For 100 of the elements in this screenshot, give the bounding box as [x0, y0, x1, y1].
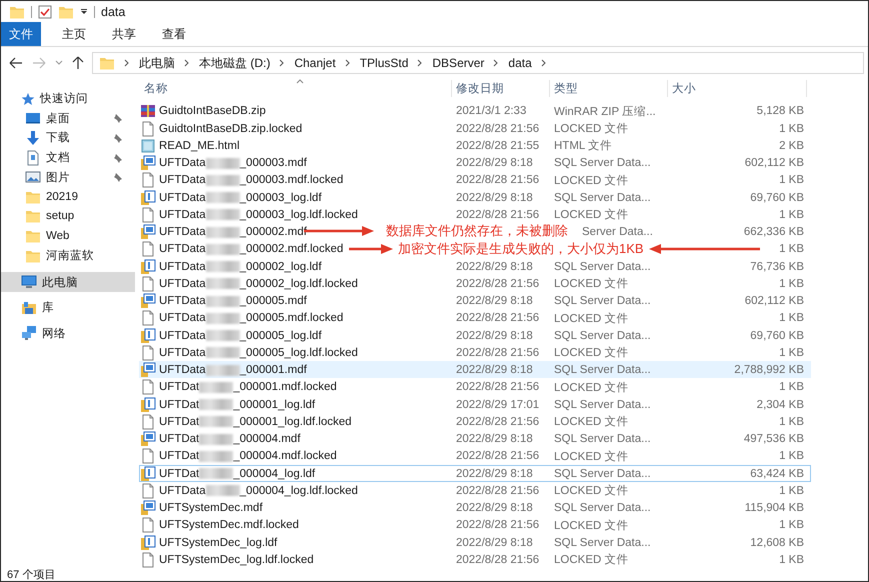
- file-name: _000005.mdf.locked: [240, 312, 344, 324]
- nav-item[interactable]: Web: [1, 226, 135, 246]
- log-file-icon: [140, 396, 156, 412]
- blank-file-icon: [140, 241, 156, 258]
- pin-icon: [113, 172, 123, 182]
- chevron-right-icon: [417, 59, 424, 67]
- ribbon-tab[interactable]: 共享: [99, 22, 149, 46]
- file-name: UFTData: [159, 192, 206, 204]
- redaction-blur: [206, 192, 240, 203]
- blank-file-icon: [140, 414, 156, 430]
- breadcrumb-item[interactable]: TPlusStd: [360, 56, 408, 70]
- file-name: UFTData: [159, 484, 206, 497]
- size-cell: 1 KB: [779, 346, 804, 359]
- ribbon-tab[interactable]: 查看: [149, 22, 199, 46]
- annotation-text: 数据库文件仍然存在，未被删除: [386, 223, 568, 239]
- database-file-icon: [140, 293, 156, 309]
- blank-file-icon: [140, 517, 156, 534]
- nav-item[interactable]: 库: [1, 298, 135, 318]
- nav-item[interactable]: 河南蓝软: [1, 246, 135, 266]
- breadcrumb-item[interactable]: 此电脑: [139, 54, 175, 72]
- database-file-icon: [140, 362, 156, 378]
- nav-item[interactable]: setup: [1, 206, 135, 226]
- type-cell: SQL Server Data...: [554, 192, 651, 204]
- breadcrumb-item[interactable]: 本地磁盘 (D:): [199, 54, 270, 72]
- file-name: UFTData: [159, 260, 206, 272]
- chevron-right-icon: [279, 59, 286, 67]
- file-name: _000003_log.ldf.locked: [240, 208, 358, 221]
- type-cell: Server Data...: [582, 226, 653, 238]
- date-cell-text: 2022/8/29 8:18: [455, 433, 534, 445]
- size-cell: 1 KB: [779, 122, 804, 134]
- desktop-icon: [25, 110, 41, 126]
- database-file-icon: [140, 224, 156, 240]
- breadcrumb-item[interactable]: data: [508, 56, 532, 70]
- network-icon: [21, 325, 37, 342]
- size-cell: 2,304 KB: [756, 398, 804, 410]
- dropdown-icon: [80, 8, 88, 16]
- nav-item[interactable]: 20219: [1, 186, 135, 207]
- column-header[interactable]: 修改日期: [452, 80, 550, 98]
- nav-item[interactable]: 此电脑: [1, 272, 135, 292]
- date-cell-text: 2022/8/28 21:56: [455, 381, 540, 394]
- archive-icon: [140, 103, 156, 120]
- redaction-blur: [206, 158, 240, 168]
- date-cell-text: 2022/8/28 21:56: [455, 416, 540, 428]
- type-cell: SQL Server Data...: [554, 536, 651, 548]
- file-name: _000005.mdf: [240, 295, 307, 307]
- file-name: _000001.mdf.locked: [233, 381, 337, 394]
- download-arrow-icon: [25, 130, 41, 146]
- row-highlight[interactable]: UFTDat _000004_log.ldf 2022/8/29 8:18 SQL Server Data... 63,424 KB: [139, 464, 811, 482]
- file-name: _000001.mdf: [240, 364, 307, 376]
- blank-file-icon: [140, 120, 156, 136]
- file-name: UFTData: [159, 243, 206, 256]
- file-name: _000002_log.ldf: [240, 260, 322, 272]
- breadcrumb-item[interactable]: Chanjet: [294, 56, 336, 70]
- nav-item[interactable]: 桌面: [1, 108, 135, 128]
- date-cell-text: 2022/8/28 21:56: [455, 174, 540, 186]
- type-cell: LOCKED 文件: [554, 174, 628, 187]
- row-highlight[interactable]: UFTData _000001.mdf 2022/8/29 8:18 SQL Server Data... 2,788,992 KB: [139, 361, 811, 378]
- date-cell-text: 2022/8/29 17:01: [455, 398, 540, 410]
- file-name: READ_ME.html: [159, 140, 240, 152]
- folder-icon: [25, 208, 41, 224]
- pin-icon: [113, 132, 123, 143]
- column-header[interactable]: 大小: [668, 80, 807, 98]
- blank-file-icon: [140, 379, 156, 396]
- file-name: UFTData: [159, 278, 206, 290]
- date-cell-text: 2021/3/1 2:33: [455, 105, 528, 118]
- redaction-blur: [199, 416, 234, 428]
- type-cell: SQL Server Data...: [554, 330, 651, 342]
- size-cell: 662,336 KB: [744, 226, 804, 238]
- file-name: _000003.mdf: [240, 157, 307, 169]
- nav-item[interactable]: 下载: [1, 128, 135, 148]
- file-name: UFTData: [159, 174, 206, 186]
- date-cell-text: 2022/8/28 21:56: [455, 312, 540, 324]
- size-cell: 115,904 KB: [744, 502, 804, 514]
- pictures-icon: [25, 169, 41, 186]
- redaction-blur: [206, 330, 240, 341]
- library-icon: [21, 300, 37, 316]
- address-bar[interactable]: 此电脑 本地磁盘 (D:) Chanjet TPlusStd DBServer data: [92, 52, 864, 74]
- size-cell: 2,788,992 KB: [734, 364, 804, 376]
- nav-item[interactable]: 文档: [1, 148, 135, 168]
- nav-item[interactable]: 图片: [1, 167, 135, 187]
- size-cell: 2 KB: [779, 140, 804, 152]
- nav-item[interactable]: 快速访问: [1, 89, 135, 109]
- type-cell: SQL Server Data...: [554, 502, 651, 514]
- ribbon-tab[interactable]: 主页: [49, 22, 99, 46]
- type-cell: SQL Server Data...: [554, 468, 651, 480]
- file-menu-button[interactable]: 文件: [1, 22, 41, 46]
- type-cell: SQL Server Data...: [554, 157, 651, 169]
- type-cell: LOCKED 文件: [554, 209, 628, 222]
- file-name: _000005_log.ldf: [240, 330, 322, 342]
- file-name: _000004.mdf: [233, 433, 300, 445]
- file-name: _000002.mdf.locked: [240, 243, 344, 256]
- checklist-icon: [38, 4, 52, 18]
- nav-item[interactable]: 网络: [1, 324, 135, 344]
- breadcrumb-item[interactable]: DBServer: [432, 56, 484, 70]
- column-header[interactable]: 名称: [140, 80, 452, 98]
- size-cell: 1 KB: [779, 243, 804, 256]
- pin-icon: [113, 113, 123, 124]
- file-name: UFTDat: [159, 468, 200, 480]
- log-file-icon: [140, 190, 156, 206]
- column-header[interactable]: 类型: [550, 80, 668, 98]
